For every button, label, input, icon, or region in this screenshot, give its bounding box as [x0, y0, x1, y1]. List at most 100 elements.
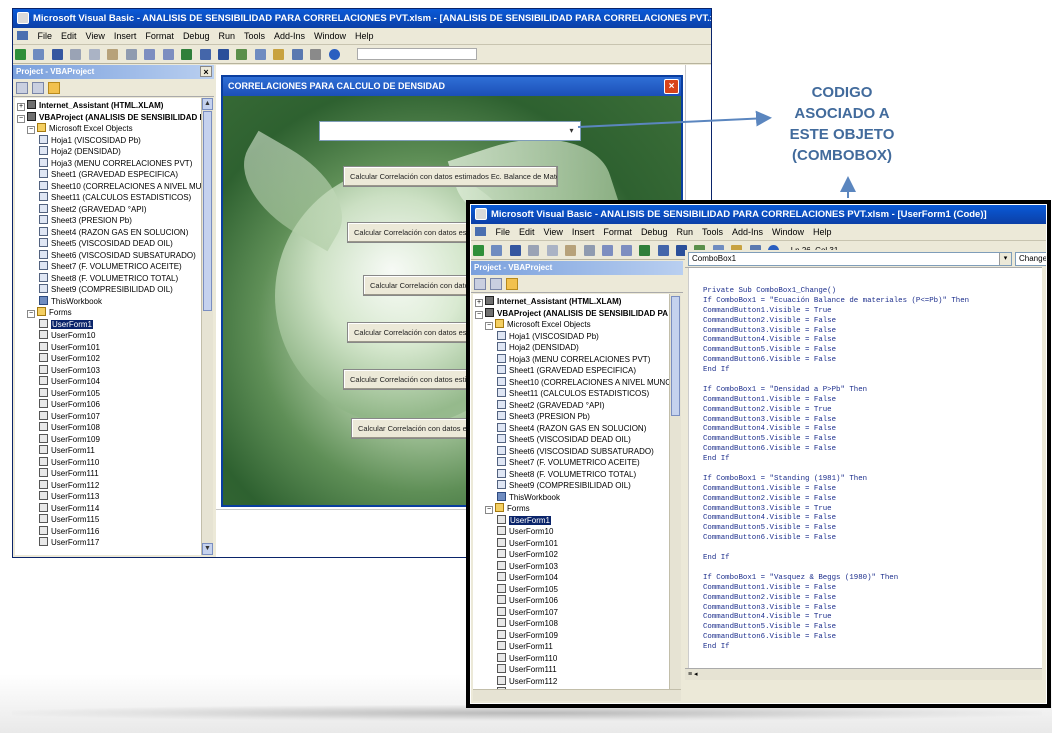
view-object-icon[interactable]: [32, 82, 44, 94]
tree-item[interactable]: UserForm106: [473, 595, 669, 607]
tree-item[interactable]: UserForm110: [15, 456, 201, 469]
excel-icon[interactable]: [473, 245, 484, 256]
tree-item[interactable]: UserForm10: [15, 330, 201, 342]
paste-icon[interactable]: [107, 49, 119, 60]
menu-item-debug[interactable]: Debug: [641, 227, 668, 237]
copy-icon[interactable]: [88, 49, 100, 60]
procedure-selector[interactable]: Change: [1015, 252, 1046, 266]
mdi-icon[interactable]: [17, 31, 28, 40]
menu-item-debug[interactable]: Debug: [183, 31, 210, 41]
break-icon[interactable]: [199, 49, 211, 60]
userform-titlebar[interactable]: CORRELACIONES PARA CALCULO DE DENSIDAD ×: [223, 77, 681, 96]
view-code-icon[interactable]: [474, 278, 486, 290]
toolbox-icon[interactable]: [310, 49, 322, 60]
tree-item[interactable]: UserForm103: [473, 560, 669, 573]
run-icon[interactable]: [181, 49, 193, 60]
command-button-1[interactable]: Calcular Correlación con datos estimados…: [343, 166, 558, 187]
menu-item-edit[interactable]: Edit: [519, 227, 535, 237]
tree-item[interactable]: UserForm107: [473, 606, 669, 619]
project-tree-scrollbar[interactable]: [669, 294, 681, 689]
tree-expander-icon[interactable]: −: [485, 506, 493, 514]
tree-item[interactable]: Sheet9 (COMPRESIBILIDAD OIL): [473, 480, 669, 492]
tree-item[interactable]: Sheet10 (CORRELACIONES A NIVEL MUNC: [473, 376, 669, 389]
menu-item-edit[interactable]: Edit: [61, 31, 77, 41]
tree-item[interactable]: ThisWorkbook: [15, 295, 201, 308]
tree-item[interactable]: Sheet8 (F. VOLUMETRICO TOTAL): [15, 272, 201, 285]
tree-item[interactable]: UserForm104: [15, 376, 201, 388]
code-window-titlebar[interactable]: Microsoft Visual Basic - ANALISIS DE SEN…: [471, 205, 1046, 224]
menu-item-format[interactable]: Format: [603, 227, 632, 237]
code-editor[interactable]: Private Sub ComboBox1_Change() If ComboBo…: [685, 268, 1042, 668]
insert-userform-icon[interactable]: [33, 49, 45, 60]
menu-item-insert[interactable]: Insert: [114, 31, 137, 41]
tree-item[interactable]: − Forms: [473, 503, 669, 515]
tree-item[interactable]: Sheet1 (GRAVEDAD ESPECIFICA): [473, 365, 669, 377]
tree-item[interactable]: Sheet7 (F. VOLUMETRICO ACEITE): [15, 261, 201, 273]
menu-item-view[interactable]: View: [544, 227, 563, 237]
tree-item[interactable]: UserForm110: [473, 652, 669, 665]
tree-item[interactable]: Sheet5 (VISCOSIDAD DEAD OIL): [15, 238, 201, 250]
tree-item[interactable]: Sheet10 (CORRELACIONES A NIVEL MUNC: [15, 180, 201, 193]
tree-expander-icon[interactable]: +: [475, 299, 483, 307]
cut-icon[interactable]: [70, 49, 82, 60]
tree-item[interactable]: − VBAProject (ANALISIS DE SENSIBILIDAD PA: [15, 111, 201, 124]
reset-icon[interactable]: [217, 49, 229, 60]
tree-item[interactable]: UserForm11: [473, 641, 669, 653]
menu-item-window[interactable]: Window: [314, 31, 346, 41]
menu-item-run[interactable]: Run: [218, 31, 235, 41]
tree-item[interactable]: Hoja2 (DENSIDAD): [473, 342, 669, 354]
tree-item[interactable]: Sheet6 (VISCOSIDAD SUBSATURADO): [15, 249, 201, 262]
object-selector[interactable]: ComboBox1 ▾: [688, 252, 1012, 266]
undo-icon[interactable]: [144, 49, 156, 60]
tree-item[interactable]: Sheet3 (PRESION Pb): [473, 411, 669, 423]
object-browser-icon[interactable]: [291, 49, 303, 60]
tree-item[interactable]: Sheet2 (GRAVEDAD °API): [473, 399, 669, 412]
menu-item-file[interactable]: File: [38, 31, 53, 41]
project-pane-close-icon[interactable]: ×: [200, 66, 212, 77]
scroll-down-icon[interactable]: ▼: [202, 543, 213, 555]
tree-item[interactable]: Sheet8 (F. VOLUMETRICO TOTAL): [473, 468, 669, 481]
tree-expander-icon[interactable]: −: [27, 126, 35, 134]
tree-expander-icon[interactable]: −: [17, 114, 25, 123]
menu-item-insert[interactable]: Insert: [572, 227, 595, 237]
tree-item[interactable]: UserForm111: [473, 664, 669, 676]
copy-icon[interactable]: [546, 245, 558, 256]
userform-close-icon[interactable]: ×: [664, 79, 679, 94]
design-mode-icon[interactable]: [236, 49, 248, 60]
scroll-thumb[interactable]: [671, 296, 680, 416]
tree-item[interactable]: UserForm105: [473, 583, 669, 596]
tree-item[interactable]: UserForm105: [15, 387, 201, 400]
tree-item[interactable]: UserForm114: [15, 502, 201, 515]
toggle-folders-icon[interactable]: [506, 278, 518, 290]
tree-item[interactable]: Sheet4 (RAZON GAS EN SOLUCION): [15, 226, 201, 239]
break-icon[interactable]: [657, 245, 669, 256]
menu-item-addins[interactable]: Add-Ins: [274, 31, 305, 41]
tree-item[interactable]: Sheet6 (VISCOSIDAD SUBSATURADO): [473, 445, 669, 458]
tree-item[interactable]: − Forms: [15, 307, 201, 319]
project-tree-scrollbar[interactable]: ▲ ▼: [201, 98, 213, 555]
menu-item-help[interactable]: Help: [355, 31, 374, 41]
mdi-icon[interactable]: [475, 227, 486, 236]
procedure-view-icon[interactable]: ≡ ◂: [688, 671, 698, 678]
find-icon[interactable]: [583, 245, 595, 256]
cut-icon[interactable]: [528, 245, 540, 256]
tree-expander-icon[interactable]: −: [485, 322, 493, 330]
tree-item[interactable]: UserForm115: [15, 514, 201, 526]
tree-item[interactable]: Sheet4 (RAZON GAS EN SOLUCION): [473, 422, 669, 435]
tree-item[interactable]: Sheet9 (COMPRESIBILIDAD OIL): [15, 284, 201, 296]
tree-item[interactable]: + Internet_Assistant (HTML.XLAM): [473, 296, 669, 308]
help-icon[interactable]: [328, 49, 340, 60]
view-object-icon[interactable]: [490, 278, 502, 290]
tree-expander-icon[interactable]: −: [475, 310, 483, 319]
tree-item[interactable]: UserForm111: [15, 468, 201, 480]
scroll-up-icon[interactable]: ▲: [202, 98, 213, 110]
tree-item[interactable]: Sheet1 (GRAVEDAD ESPECIFICA): [15, 169, 201, 181]
tree-item[interactable]: UserForm1: [473, 514, 669, 527]
tree-item[interactable]: UserForm108: [15, 422, 201, 434]
view-code-icon[interactable]: [16, 82, 28, 94]
tree-item[interactable]: Hoja3 (MENU CORRELACIONES PVT): [473, 353, 669, 366]
tree-item[interactable]: Sheet11 (CALCULOS ESTADISTICOS): [473, 388, 669, 400]
tree-item[interactable]: UserForm101: [473, 537, 669, 550]
tree-item[interactable]: Hoja1 (VISCOSIDAD Pb): [15, 134, 201, 147]
tree-item[interactable]: UserForm101: [15, 341, 201, 354]
